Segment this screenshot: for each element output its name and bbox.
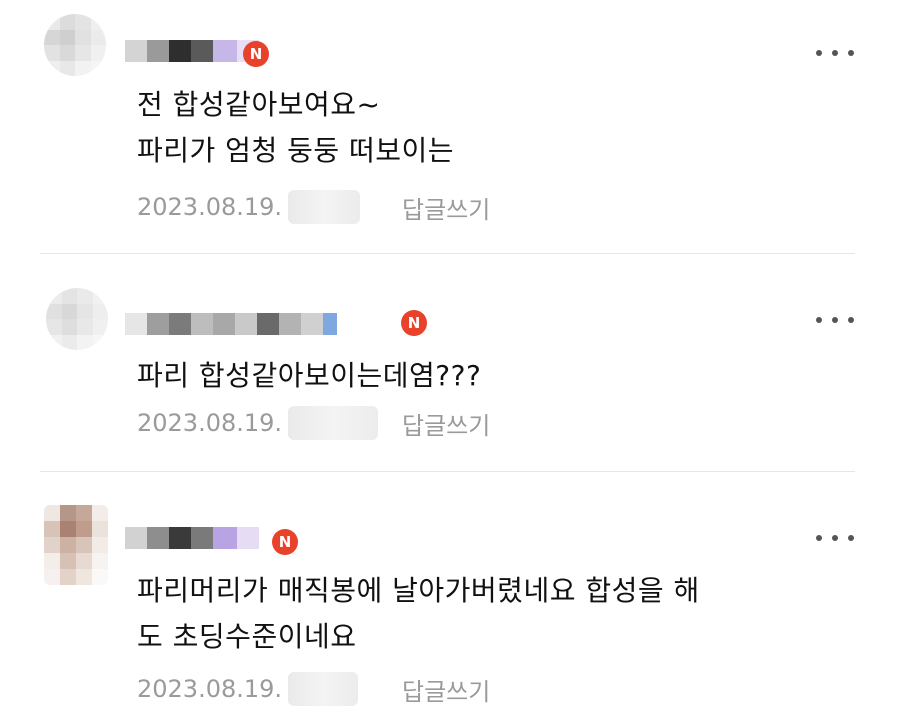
more-options-button[interactable] — [816, 533, 854, 543]
comment-text: 파리머리가 매직봉에 날아가버렸네요 합성을 해 도 초딩수준이네요 — [137, 568, 700, 660]
comment-line: 파리 합성같아보이는데염??? — [137, 359, 482, 392]
divider — [40, 253, 855, 254]
comment-meta: 2023.08.19. 답글쓰기 — [137, 672, 490, 706]
dot-icon — [832, 50, 838, 56]
reply-button[interactable]: 답글쓰기 — [402, 672, 490, 707]
naver-badge-icon: N — [243, 41, 269, 67]
avatar[interactable] — [46, 288, 108, 350]
more-options-button[interactable] — [816, 315, 854, 325]
dot-icon — [848, 535, 854, 541]
dot-icon — [832, 535, 838, 541]
more-options-button[interactable] — [816, 48, 854, 58]
username-blurred[interactable] — [125, 313, 337, 335]
comment-meta: 2023.08.19. 답글쓰기 — [137, 190, 490, 224]
comment-date: 2023.08.19. — [137, 193, 283, 221]
time-blurred — [288, 672, 359, 706]
reply-button[interactable]: 답글쓰기 — [402, 406, 490, 441]
dot-icon — [816, 535, 822, 541]
comment-text: 파리 합성같아보이는데염??? — [137, 353, 481, 399]
dot-icon — [848, 317, 854, 323]
comment-line: 도 초딩수준이네요 — [137, 620, 357, 653]
comment-line: 파리머리가 매직봉에 날아가버렸네요 합성을 해 — [137, 574, 700, 607]
dot-icon — [848, 50, 854, 56]
comment-date: 2023.08.19. — [137, 675, 283, 703]
dot-icon — [832, 317, 838, 323]
username-blurred[interactable] — [125, 40, 259, 62]
comment-line: 전 합성같아보여요~ — [137, 88, 381, 121]
avatar[interactable] — [44, 505, 108, 585]
comment-date: 2023.08.19. — [137, 409, 283, 437]
time-blurred — [288, 190, 361, 224]
comment-meta: 2023.08.19. 답글쓰기 — [137, 406, 490, 440]
dot-icon — [816, 50, 822, 56]
avatar[interactable] — [44, 14, 106, 76]
comment-text: 전 합성같아보여요~ 파리가 엄청 둥둥 떠보이는 — [137, 82, 454, 174]
time-blurred — [288, 406, 379, 440]
naver-badge-icon: N — [401, 310, 427, 336]
dot-icon — [816, 317, 822, 323]
reply-button[interactable]: 답글쓰기 — [402, 190, 490, 225]
divider — [40, 471, 855, 472]
naver-badge-icon: N — [272, 529, 298, 555]
username-blurred[interactable] — [125, 527, 259, 549]
comment-line: 파리가 엄청 둥둥 떠보이는 — [137, 134, 455, 167]
